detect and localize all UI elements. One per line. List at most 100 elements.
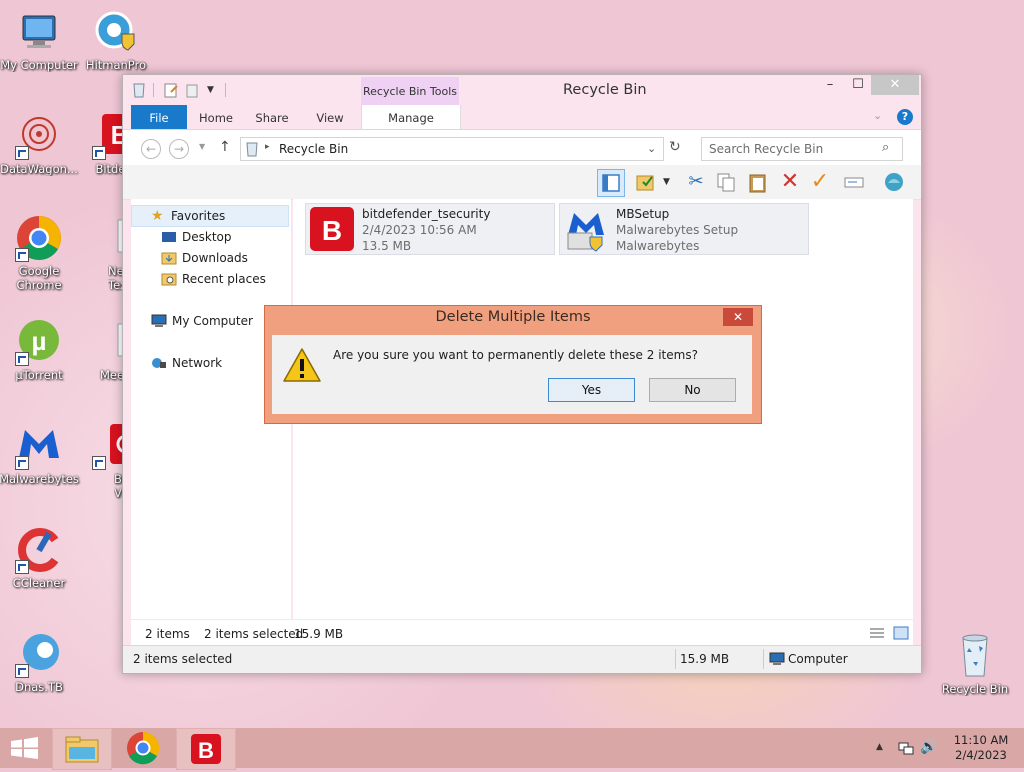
file-company: Malwarebytes <box>616 239 700 253</box>
up-button[interactable]: ↑ <box>219 139 231 155</box>
properties-icon[interactable] <box>163 82 179 98</box>
recent-places-icon <box>161 272 177 286</box>
large-icons-view-icon[interactable] <box>893 626 909 643</box>
title-bar[interactable]: ▼ Recycle Bin Tools Recycle Bin – ☐ ✕ <box>123 75 921 105</box>
recent-locations-icon[interactable]: ▼ <box>199 142 205 151</box>
maximize-button[interactable]: ☐ <box>845 75 871 95</box>
back-button[interactable]: ← <box>141 139 161 159</box>
yes-button[interactable]: Yes <box>548 378 635 402</box>
search-icon: ⌕ <box>882 140 890 155</box>
ccleaner-icon <box>15 526 63 574</box>
no-button[interactable]: No <box>649 378 736 402</box>
contextual-tab-header: Recycle Bin Tools <box>361 77 459 105</box>
nav-item-label: Network <box>172 356 223 370</box>
desktop-icon-my-computer[interactable]: My Computer <box>0 8 81 72</box>
tab-file[interactable]: File <box>131 105 187 129</box>
start-button[interactable] <box>0 728 58 768</box>
globe-icon[interactable] <box>883 171 905 193</box>
clock[interactable]: 11:10 AM 2/4/2023 <box>950 733 1012 763</box>
folder-options-icon[interactable] <box>635 171 657 193</box>
desktop-icon-malwarebytes[interactable]: Malwarebytes <box>0 422 81 486</box>
desktop-icon-hitmanpro[interactable]: HitmanPro <box>74 8 158 72</box>
taskbar-chrome[interactable] <box>114 728 172 768</box>
details-view-icon[interactable] <box>869 626 885 643</box>
paste-icon[interactable] <box>747 171 769 193</box>
volume-icon[interactable]: 🔊 <box>920 739 937 755</box>
recycle-bin-small-icon <box>131 82 147 98</box>
tab-share[interactable]: Share <box>249 105 295 129</box>
customize-qat-icon[interactable]: ▼ <box>207 82 223 98</box>
file-size: 13.5 MB <box>362 239 412 253</box>
svg-text:B: B <box>322 215 342 246</box>
new-folder-icon[interactable] <box>185 82 201 98</box>
shortcut-arrow-icon <box>15 560 29 574</box>
ribbon-expand-icon[interactable]: ⌄ <box>873 109 882 122</box>
dialog-title: Delete Multiple Items <box>435 309 591 325</box>
dialog-body: Are you sure you want to permanently del… <box>272 335 752 414</box>
desktop-icon-label: µTorrent <box>15 368 63 382</box>
tab-manage[interactable]: Manage <box>361 105 461 129</box>
desktop-icon-label: CCleaner <box>12 576 66 590</box>
chevron-down-icon[interactable]: ▼ <box>663 171 685 193</box>
forward-button[interactable]: → <box>169 139 189 159</box>
desktop-icon-label: Recycle Bin <box>941 682 1009 696</box>
status-location: Computer <box>788 652 848 666</box>
chevron-down-icon[interactable]: ⌄ <box>647 142 656 155</box>
close-button[interactable]: ✕ <box>871 75 919 95</box>
desktop-icon-utorrent[interactable]: µ µTorrent <box>0 318 81 382</box>
computer-icon <box>15 8 63 56</box>
network-tray-icon[interactable] <box>898 740 914 759</box>
checkmark-icon[interactable]: ✓ <box>809 171 831 193</box>
item-count: 2 items <box>145 627 190 641</box>
svg-text:µ: µ <box>32 326 47 356</box>
tab-home[interactable]: Home <box>193 105 239 129</box>
dnas-icon <box>15 630 63 678</box>
star-icon: ★ <box>151 208 164 224</box>
recycle-bin-icon <box>951 632 999 680</box>
refresh-icon[interactable]: ↻ <box>669 139 681 155</box>
computer-icon <box>769 652 785 669</box>
dialog-close-button[interactable]: ✕ <box>723 308 753 326</box>
minimize-button[interactable]: – <box>817 75 843 95</box>
shortcut-arrow-icon <box>92 456 106 470</box>
search-placeholder: Search Recycle Bin <box>709 142 824 156</box>
show-hidden-icons-button[interactable]: ▲ <box>876 742 883 752</box>
desktop-icon-label: Dnas.TB <box>15 680 63 694</box>
info-bar: 2 items 2 items selected 15.9 MB <box>131 619 913 646</box>
preview-pane-icon[interactable] <box>597 169 625 197</box>
delete-icon[interactable]: ✕ <box>779 171 801 193</box>
clock-date: 2/4/2023 <box>955 748 1007 762</box>
shortcut-arrow-icon <box>15 146 29 160</box>
rename-icon[interactable] <box>843 171 865 193</box>
ribbon-tabs: File Home Share View Manage ⌄ ? <box>123 105 921 129</box>
desktop-icon-dnas[interactable]: Dnas.TB <box>0 630 81 694</box>
breadcrumb-chevron-icon: ▸ <box>265 142 270 152</box>
selection-count: 2 items selected <box>204 627 304 641</box>
desktop-icon-datawagon[interactable]: DataWagon... <box>0 112 81 176</box>
shortcut-arrow-icon <box>15 456 29 470</box>
file-date: 2/4/2023 10:56 AM <box>362 223 477 237</box>
address-bar[interactable]: ▸ Recycle Bin ⌄ <box>240 137 664 161</box>
selection-size: 15.9 MB <box>294 627 344 641</box>
nav-item-label: Favorites <box>171 209 226 223</box>
shortcut-arrow-icon <box>15 248 29 262</box>
taskbar-bitdefender[interactable]: B <box>176 728 236 770</box>
desktop-icon-ccleaner[interactable]: CCleaner <box>0 526 81 590</box>
tab-view[interactable]: View <box>305 105 355 129</box>
shortcut-arrow-icon <box>15 664 29 678</box>
utorrent-icon: µ <box>15 318 63 366</box>
file-tile[interactable]: MBSetup Malwarebytes Setup Malwarebytes <box>559 203 809 255</box>
datawagon-icon <box>15 112 63 160</box>
taskbar-file-explorer[interactable] <box>52 728 112 770</box>
desktop-icon-chrome[interactable]: Google Chrome <box>0 214 81 292</box>
desktop-icon-recycle-bin[interactable]: Recycle Bin <box>933 632 1017 696</box>
search-input[interactable]: Search Recycle Bin ⌕ <box>701 137 903 161</box>
desktop-icon-label: DataWagon... <box>0 162 78 176</box>
breadcrumb[interactable]: Recycle Bin <box>279 142 348 156</box>
help-icon[interactable]: ? <box>897 109 913 125</box>
desktop-icon-label: My Computer <box>0 58 78 72</box>
copy-icon[interactable] <box>715 171 737 193</box>
cut-icon[interactable]: ✂ <box>685 171 707 193</box>
file-tile[interactable]: B bitdefender_tsecurity 2/4/2023 10:56 A… <box>305 203 555 255</box>
computer-icon <box>151 314 167 328</box>
